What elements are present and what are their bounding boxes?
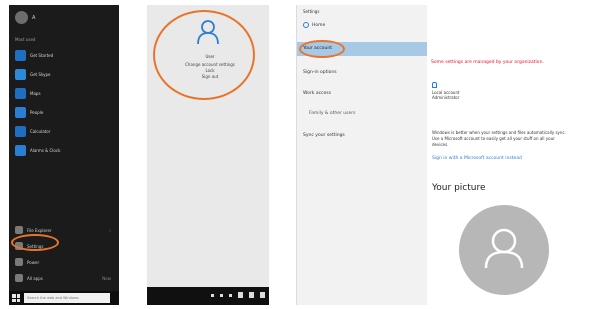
taskbar bbox=[147, 287, 269, 305]
app-maps[interactable]: Maps bbox=[15, 85, 115, 101]
app-alarms[interactable]: Alarms & Clock bbox=[15, 142, 115, 158]
person-icon bbox=[484, 228, 524, 269]
person-icon bbox=[197, 20, 219, 45]
start-user[interactable]: A bbox=[15, 11, 35, 24]
all-apps-item[interactable]: All apps New bbox=[15, 271, 115, 285]
file-explorer-item[interactable]: File Explorer › bbox=[15, 223, 115, 237]
microsoft-account-link[interactable]: Sign in with a Microsoft account instead bbox=[432, 156, 522, 161]
user-avatar bbox=[15, 11, 28, 24]
search-input[interactable]: Search the web and Windows bbox=[24, 293, 110, 303]
user-name: A bbox=[32, 14, 36, 21]
chevron-right-icon: › bbox=[109, 227, 111, 233]
managed-warning: Some settings are managed by your organi… bbox=[431, 60, 544, 65]
account-card: User Change account settings Lock Sign o… bbox=[150, 5, 266, 261]
calculator-icon bbox=[15, 125, 26, 137]
app-get-started[interactable]: Get Started bbox=[15, 47, 115, 63]
nav-sync-settings[interactable]: Sync your settings bbox=[297, 129, 427, 143]
notification-icon[interactable] bbox=[260, 292, 265, 298]
system-tray bbox=[211, 292, 265, 298]
folder-icon bbox=[15, 226, 23, 234]
app-list: Get Started Get Skype Maps People Calcul… bbox=[15, 47, 115, 161]
new-badge: New bbox=[102, 275, 111, 281]
profile-picture[interactable] bbox=[459, 205, 549, 295]
app-people[interactable]: People bbox=[15, 104, 115, 120]
windows-start-icon[interactable] bbox=[12, 294, 20, 302]
settings-window: Settings Home Your account Sign-in optio… bbox=[296, 5, 613, 305]
list-icon bbox=[15, 274, 23, 282]
gear-icon bbox=[303, 22, 309, 28]
sync-description-line: Use a Microsoft account to easily get al… bbox=[432, 136, 555, 141]
power-icon bbox=[15, 258, 23, 266]
skype-icon bbox=[15, 68, 26, 80]
account-type: Administrator bbox=[432, 95, 460, 100]
taskbar: Search the web and Windows bbox=[9, 291, 119, 305]
window-title: Settings bbox=[303, 9, 320, 14]
settings-nav: Settings Home Your account Sign-in optio… bbox=[297, 5, 427, 305]
network-icon[interactable] bbox=[249, 292, 254, 298]
people-icon bbox=[15, 106, 26, 118]
account-flyout: User Change account settings Lock Sign o… bbox=[147, 5, 269, 305]
settings-item[interactable]: Settings bbox=[15, 239, 115, 253]
get-started-icon bbox=[15, 49, 26, 61]
sync-description-line: devices. bbox=[432, 142, 449, 147]
most-used-heading: Most used bbox=[15, 37, 36, 42]
tray-dot-icon[interactable] bbox=[220, 293, 223, 297]
start-bottom-list: File Explorer › Settings Power All apps Ne… bbox=[15, 223, 115, 287]
start-menu: A Most used Get Started Get Skype Maps P… bbox=[9, 5, 119, 305]
power-item[interactable]: Power bbox=[15, 255, 115, 269]
app-get-skype[interactable]: Get Skype bbox=[15, 66, 115, 82]
tray-dot-icon[interactable] bbox=[211, 293, 214, 297]
volume-icon[interactable] bbox=[238, 292, 243, 298]
sign-out-link[interactable]: Sign out bbox=[170, 74, 250, 79]
gear-icon bbox=[15, 242, 23, 250]
nav-work-access[interactable]: Work access bbox=[297, 87, 427, 101]
settings-content: Some settings are managed by your organi… bbox=[427, 5, 613, 305]
account-icon bbox=[432, 82, 437, 88]
your-picture-heading: Your picture bbox=[432, 183, 486, 193]
home-link[interactable]: Home bbox=[303, 22, 325, 28]
tray-dot-icon[interactable] bbox=[229, 293, 232, 297]
maps-icon bbox=[15, 87, 26, 99]
account-name: User bbox=[205, 54, 215, 59]
alarm-icon bbox=[15, 144, 26, 156]
app-calculator[interactable]: Calculator bbox=[15, 123, 115, 139]
lock-link[interactable]: Lock bbox=[170, 68, 250, 73]
nav-your-account[interactable]: Your account bbox=[297, 42, 427, 56]
change-account-settings-link[interactable]: Change account settings bbox=[170, 62, 250, 67]
sync-description-line: Windows is better when your settings and… bbox=[432, 130, 566, 135]
nav-sign-in-options[interactable]: Sign-in options bbox=[297, 66, 427, 80]
nav-family-other-users[interactable]: Family & other users bbox=[297, 107, 427, 121]
